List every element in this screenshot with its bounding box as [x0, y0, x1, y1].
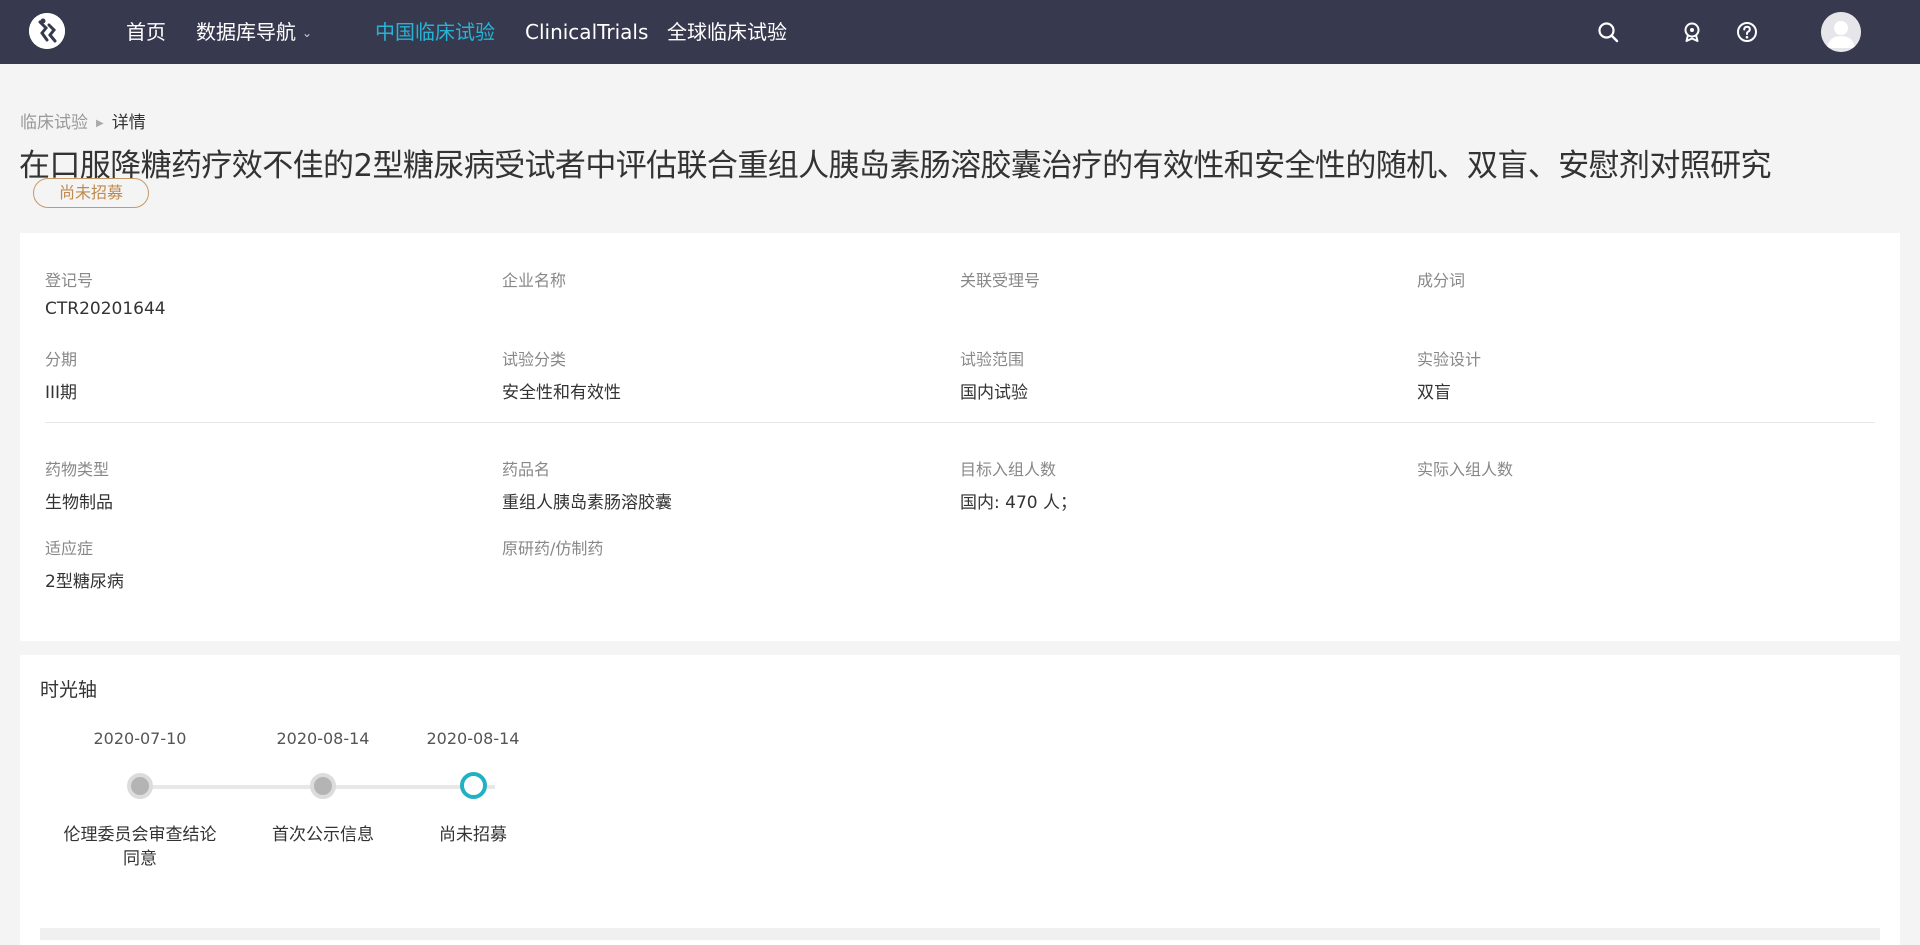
nav-home[interactable]: 首页 [126, 0, 166, 64]
divider [45, 422, 1875, 423]
field-drug-type: 药物类型 生物制品 [45, 456, 113, 513]
timeline-date: 2020-08-14 [276, 729, 370, 748]
field-design: 实验设计 双盲 [1417, 346, 1481, 403]
nav-home-label: 首页 [126, 20, 166, 44]
timeline-dot [310, 773, 336, 799]
nav-global-trials-label: 全球临床试验 [667, 20, 787, 44]
chevron-down-icon: ⌄ [302, 26, 313, 40]
field-value: III期 [45, 383, 78, 403]
trial-info-card: 登记号 CTR20201644 企业名称 关联受理号 成分词 分期 III期 试… [20, 233, 1900, 641]
field-label: 实际入组人数 [1417, 460, 1514, 479]
timeline-dot-current [460, 772, 487, 799]
timeline-label: 尚未招募 [439, 825, 507, 845]
logo-icon[interactable] [29, 13, 65, 49]
nav-db-navigation[interactable]: 数据库导航 ⌄ [196, 0, 312, 64]
field-target-enroll: 目标入组人数 国内: 470 人； [960, 456, 1077, 513]
field-original-generic: 原研药/仿制药 [502, 535, 603, 567]
search-icon[interactable] [1596, 20, 1620, 44]
field-accept-no: 关联受理号 [960, 267, 1040, 299]
field-drug-name: 药品名 重组人胰岛素肠溶胶囊 [502, 456, 672, 513]
help-icon[interactable] [1735, 20, 1759, 44]
nav-global-trials[interactable]: 全球临床试验 [667, 0, 787, 64]
breadcrumb: 临床试验 ▶ 详情 [20, 108, 146, 133]
timeline-card: 时光轴 2020-07-10 伦理委员会审查结论同意 2020-08-14 首次… [20, 655, 1900, 945]
field-value: 2型糖尿病 [45, 572, 124, 592]
field-label: 药物类型 [45, 460, 110, 479]
field-value: 双盲 [1417, 383, 1451, 403]
field-label: 关联受理号 [960, 271, 1041, 290]
timeline-title: 时光轴 [40, 679, 98, 701]
award-icon[interactable] [1680, 20, 1704, 44]
nav-cn-trials[interactable]: 中国临床试验 [375, 0, 495, 64]
top-navbar: 首页 数据库导航 ⌄ 中国临床试验 ClinicalTrials 全球临床试验 [0, 0, 1920, 64]
field-indication: 适应症 2型糖尿病 [45, 535, 124, 592]
field-scope: 试验范围 国内试验 [960, 346, 1028, 403]
field-value: 安全性和有效性 [502, 383, 621, 403]
field-label: 企业名称 [502, 271, 567, 290]
field-label: 原研药/仿制药 [502, 539, 604, 558]
horizontal-scrollbar[interactable] [40, 928, 1880, 940]
field-value: 国内试验 [960, 383, 1028, 403]
breadcrumb-parent-link[interactable]: 临床试验 [20, 113, 88, 133]
field-label: 适应症 [45, 539, 94, 558]
field-value: 国内: 470 人； [960, 493, 1077, 513]
nav-cn-trials-label: 中国临床试验 [375, 20, 495, 44]
timeline-label: 伦理委员会审查结论同意 [63, 825, 217, 869]
user-avatar[interactable] [1821, 12, 1861, 52]
timeline-date: 2020-07-10 [93, 729, 187, 748]
timeline-dot [127, 773, 153, 799]
field-phase: 分期 III期 [45, 346, 77, 403]
field-label: 实验设计 [1417, 350, 1482, 369]
field-company: 企业名称 [502, 267, 566, 299]
triangle-right-icon: ▶ [96, 118, 104, 129]
field-label: 登记号 [45, 271, 94, 290]
nav-clinicaltrials[interactable]: ClinicalTrials [525, 0, 648, 64]
nav-clinicaltrials-label: ClinicalTrials [525, 20, 649, 44]
field-actual-enroll: 实际入组人数 [1417, 456, 1513, 488]
field-value: CTR20201644 [45, 299, 166, 319]
timeline-date: 2020-08-14 [426, 729, 520, 748]
field-label: 试验分类 [502, 350, 567, 369]
field-label: 试验范围 [960, 350, 1025, 369]
field-label: 分期 [45, 350, 78, 369]
page-title: 在口服降糖药疗效不佳的2型糖尿病受试者中评估联合重组人胰岛素肠溶胶囊治疗的有效性… [19, 148, 1772, 184]
field-category: 试验分类 安全性和有效性 [502, 346, 621, 403]
field-ingredient: 成分词 [1417, 267, 1465, 299]
status-badge: 尚未招募 [33, 178, 149, 208]
field-value: 重组人胰岛素肠溶胶囊 [502, 493, 672, 513]
timeline-label: 首次公示信息 [272, 825, 374, 845]
user-icon [1821, 12, 1861, 52]
field-label: 成分词 [1417, 271, 1466, 290]
field-label: 药品名 [502, 460, 551, 479]
field-reg-no: 登记号 CTR20201644 [45, 267, 166, 319]
field-label: 目标入组人数 [960, 460, 1057, 479]
field-value: 生物制品 [45, 493, 113, 513]
nav-db-label: 数据库导航 [196, 20, 296, 44]
breadcrumb-current: 详情 [111, 113, 146, 133]
